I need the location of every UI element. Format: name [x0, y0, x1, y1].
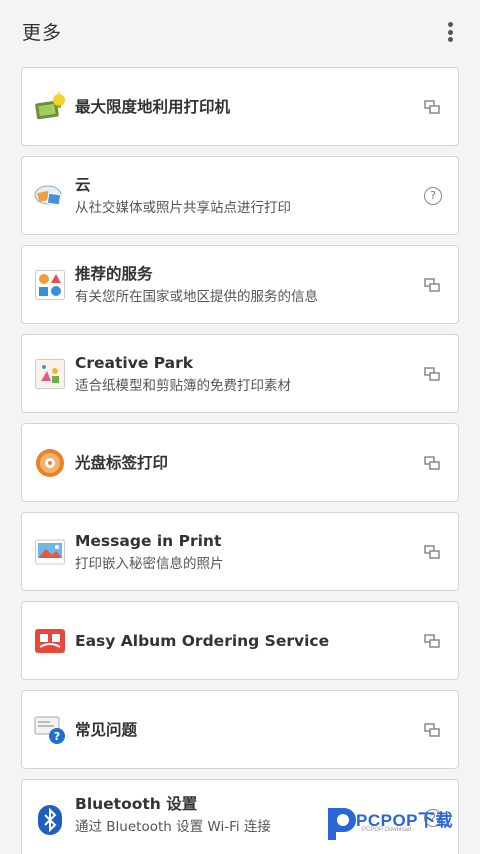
paper-craft-icon: [34, 358, 66, 390]
watermark-subtext: PCPOP Download: [362, 827, 412, 833]
page-title: 更多: [22, 21, 63, 44]
external-link-icon: [424, 633, 440, 648]
external-link-icon: [424, 366, 440, 381]
printer-lightbulb-icon: [34, 91, 66, 123]
external-link-icon: [424, 722, 440, 737]
item-title: Creative Park: [75, 353, 194, 372]
more-options-menu-icon[interactable]: [438, 20, 462, 44]
shapes-icon: [34, 269, 66, 301]
item-subtitle: 打印嵌入秘密信息的照片: [75, 555, 224, 572]
menu-item-printer-tips[interactable]: 最大限度地利用打印机: [21, 67, 459, 146]
item-subtitle: 适合纸模型和剪贴簿的免费打印素材: [75, 377, 291, 394]
album-icon: [34, 625, 66, 657]
item-title: 常见问题: [75, 720, 138, 739]
watermark-p-icon: [328, 808, 356, 840]
menu-item-message-in-print[interactable]: Message in Print 打印嵌入秘密信息的照片: [21, 512, 459, 591]
help-icon[interactable]: ?: [424, 186, 442, 205]
menu-item-cloud[interactable]: 云 从社交媒体或照片共享站点进行打印 ?: [21, 156, 459, 235]
item-title: 光盘标签打印: [75, 453, 169, 472]
external-link-icon: [424, 455, 440, 470]
cloud-photo-icon: [34, 180, 66, 212]
faq-icon: ?: [34, 714, 66, 746]
watermark-logo: PCPOP下载 PCPOP Download: [322, 800, 480, 846]
external-link-icon: [424, 277, 440, 292]
item-title: 云: [75, 175, 91, 194]
photo-message-icon: [34, 536, 66, 568]
svg-text:?: ?: [54, 730, 60, 743]
item-title: Easy Album Ordering Service: [75, 631, 330, 650]
external-link-icon: [424, 99, 440, 114]
external-link-icon: [424, 544, 440, 559]
disc-icon: [34, 447, 66, 479]
bluetooth-icon: [34, 804, 66, 836]
menu-item-album-ordering[interactable]: Easy Album Ordering Service: [21, 601, 459, 680]
item-title: 最大限度地利用打印机: [75, 97, 231, 116]
menu-item-recommended-services[interactable]: 推荐的服务 有关您所在国家或地区提供的服务的信息: [21, 245, 459, 324]
item-title: 推荐的服务: [75, 264, 153, 283]
item-subtitle: 从社交媒体或照片共享站点进行打印: [75, 199, 291, 216]
app-header: 更多: [0, 0, 480, 62]
menu-item-creative-park[interactable]: Creative Park 适合纸模型和剪贴簿的免费打印素材: [21, 334, 459, 413]
menu-item-disc-label[interactable]: 光盘标签打印: [21, 423, 459, 502]
item-subtitle: 有关您所在国家或地区提供的服务的信息: [75, 288, 318, 305]
item-title: Message in Print: [75, 531, 222, 550]
menu-item-faq[interactable]: ? 常见问题: [21, 690, 459, 769]
